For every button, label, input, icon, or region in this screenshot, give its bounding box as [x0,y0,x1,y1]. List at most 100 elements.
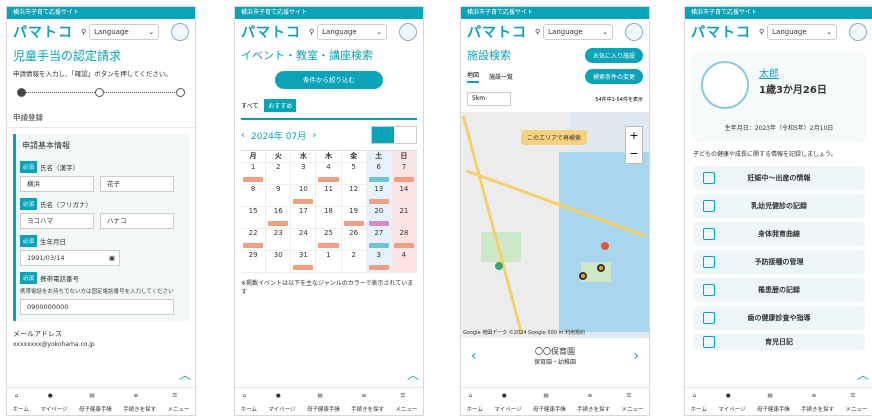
favorite-facilities-button[interactable]: お気に入り施設 [584,47,643,63]
birthdate-input[interactable]: 1991/03/14 ▣ [20,250,120,266]
language-select[interactable]: Language [767,24,838,40]
tab-all[interactable]: すべて [241,101,258,110]
calendar-day[interactable]: 28 [391,229,417,251]
language-selector[interactable]: ⚲ Language [535,24,614,40]
scroll-top-icon[interactable]: ︿ [179,366,191,383]
first-name-kanji-input[interactable]: 花子 [100,176,174,192]
calendar-day[interactable]: 25 [316,229,342,251]
search-icon[interactable]: ⚲ [535,28,540,36]
event-tag[interactable] [318,243,339,248]
facility-pin[interactable] [597,264,605,272]
logo[interactable]: パマトコ [13,22,73,42]
calendar-day[interactable]: 2 [266,163,292,185]
map[interactable]: このエリアで再検索 + − Google 地図データ ©2024 Google 5… [461,112,649,338]
nav-procedures[interactable]: ≡ 手続きを探す [123,393,156,413]
search-icon[interactable]: ⚲ [309,28,314,36]
event-tag[interactable] [368,243,389,248]
nav-home[interactable]: ⌂ ホーム [13,393,29,413]
last-name-kanji-input[interactable]: 横浜 [20,176,94,192]
event-tag[interactable] [368,177,389,182]
search-this-area-button[interactable]: このエリアで再検索 [521,130,588,145]
calendar-day[interactable]: 21 [391,207,417,229]
calendar-day[interactable]: 24 [291,229,317,251]
event-tag[interactable] [243,243,264,248]
calendar-day[interactable]: 12 [341,185,367,207]
menu-growth-curve[interactable]: 身体発育曲線 [693,222,865,246]
language-select[interactable]: Language [317,24,388,40]
logo[interactable]: パマトコ [467,22,527,42]
nav-mypage[interactable]: ● マイページ [494,393,521,413]
calendar-day[interactable]: 1 [316,251,342,273]
tab-list[interactable]: 施設一覧 [489,72,513,81]
logo[interactable]: パマトコ [241,22,301,42]
calendar-day[interactable]: 10 [291,185,317,207]
calendar-day[interactable]: 4 [391,251,417,273]
event-tag[interactable] [393,177,414,182]
nav-handbook[interactable]: ▤ 母子健康手帳 [533,393,566,413]
child-avatar[interactable] [701,61,749,109]
nav-mypage[interactable]: ● マイページ [40,393,67,413]
calendar-day[interactable]: 13 [366,185,392,207]
menu-dental[interactable]: 歯の健康診査や指導 [693,306,865,330]
nav-handbook[interactable]: ▤ 母子健康手帳 [307,393,340,413]
facility-name[interactable]: 〇〇保育園 [534,346,576,357]
nav-procedures[interactable]: ≡ 手続きを探す [801,393,834,413]
language-selector[interactable]: ⚲ Language [309,24,388,40]
event-tag[interactable] [368,265,389,270]
nav-menu[interactable]: ☰ メニュー [845,393,867,413]
calendar-day[interactable]: 5 [341,163,367,185]
logo[interactable]: パマトコ [691,22,751,42]
event-tag[interactable] [243,177,264,182]
calendar-day[interactable]: 2 [341,251,367,273]
event-tag[interactable] [318,177,339,182]
calendar-day[interactable]: 6 [366,163,392,185]
nav-mypage[interactable]: ● マイページ [718,393,745,413]
search-icon[interactable]: ⚲ [759,28,764,36]
calendar-day[interactable]: 9 [266,185,292,207]
language-select[interactable]: Language [543,24,614,40]
prev-facility-icon[interactable]: ‹ [471,348,477,364]
calendar-icon[interactable]: ▣ [109,251,115,265]
calendar-day[interactable]: 31 [291,251,317,273]
calendar-day[interactable]: 17 [291,207,317,229]
calendar-day[interactable]: 11 [316,185,342,207]
language-select[interactable]: Language [89,24,160,40]
menu-diary[interactable]: 育児日記 [693,334,865,350]
calendar-day[interactable]: 14 [391,185,417,207]
phone-input[interactable]: 0900000000 [20,299,174,315]
calendar-day[interactable]: 1 [241,163,267,185]
prev-month-icon[interactable]: ‹ [241,130,245,141]
child-name[interactable]: 太郎 [759,65,779,80]
facility-pin[interactable] [579,272,587,280]
calendar-day[interactable]: 16 [266,207,292,229]
event-tag[interactable] [368,199,389,204]
menu-checkups[interactable]: 乳幼児健診の記録 [693,194,865,218]
menu-pregnancy[interactable]: 妊娠中〜出産の情報 [693,166,865,190]
nav-mypage[interactable]: ● マイページ [268,393,295,413]
next-facility-icon[interactable]: › [633,348,639,364]
scroll-top-icon[interactable]: ︿ [407,366,419,383]
tab-recommended[interactable]: おすすめ [264,99,297,112]
nav-menu[interactable]: ☰ メニュー [167,393,189,413]
calendar-day[interactable]: 22 [241,229,267,251]
event-tag[interactable] [293,199,314,204]
change-conditions-button[interactable]: 検索条件の変更 [584,69,643,84]
next-month-icon[interactable]: › [312,130,316,141]
calendar-day[interactable]: 4 [316,163,342,185]
language-selector[interactable]: ⚲ Language [81,24,160,40]
nav-home[interactable]: ⌂ ホーム [467,393,483,413]
calendar-day[interactable]: 29 [241,251,267,273]
calendar-day[interactable]: 23 [266,229,292,251]
calendar-day[interactable]: 3 [291,163,317,185]
menu-illness[interactable]: 罹患歴の記録 [693,278,865,302]
tab-map[interactable]: 地図 [467,70,480,83]
calendar-day[interactable]: 30 [266,251,292,273]
nav-menu[interactable]: ☰ メニュー [395,393,417,413]
event-tag[interactable] [268,221,289,226]
nav-handbook[interactable]: ▤ 母子健康手帳 [79,393,112,413]
zoom-in-icon[interactable]: + [626,127,642,145]
calendar-view-icon[interactable] [372,127,394,143]
event-tag[interactable] [393,243,414,248]
calendar-day[interactable]: 8 [241,185,267,207]
calendar-day[interactable]: 20 [366,207,392,229]
